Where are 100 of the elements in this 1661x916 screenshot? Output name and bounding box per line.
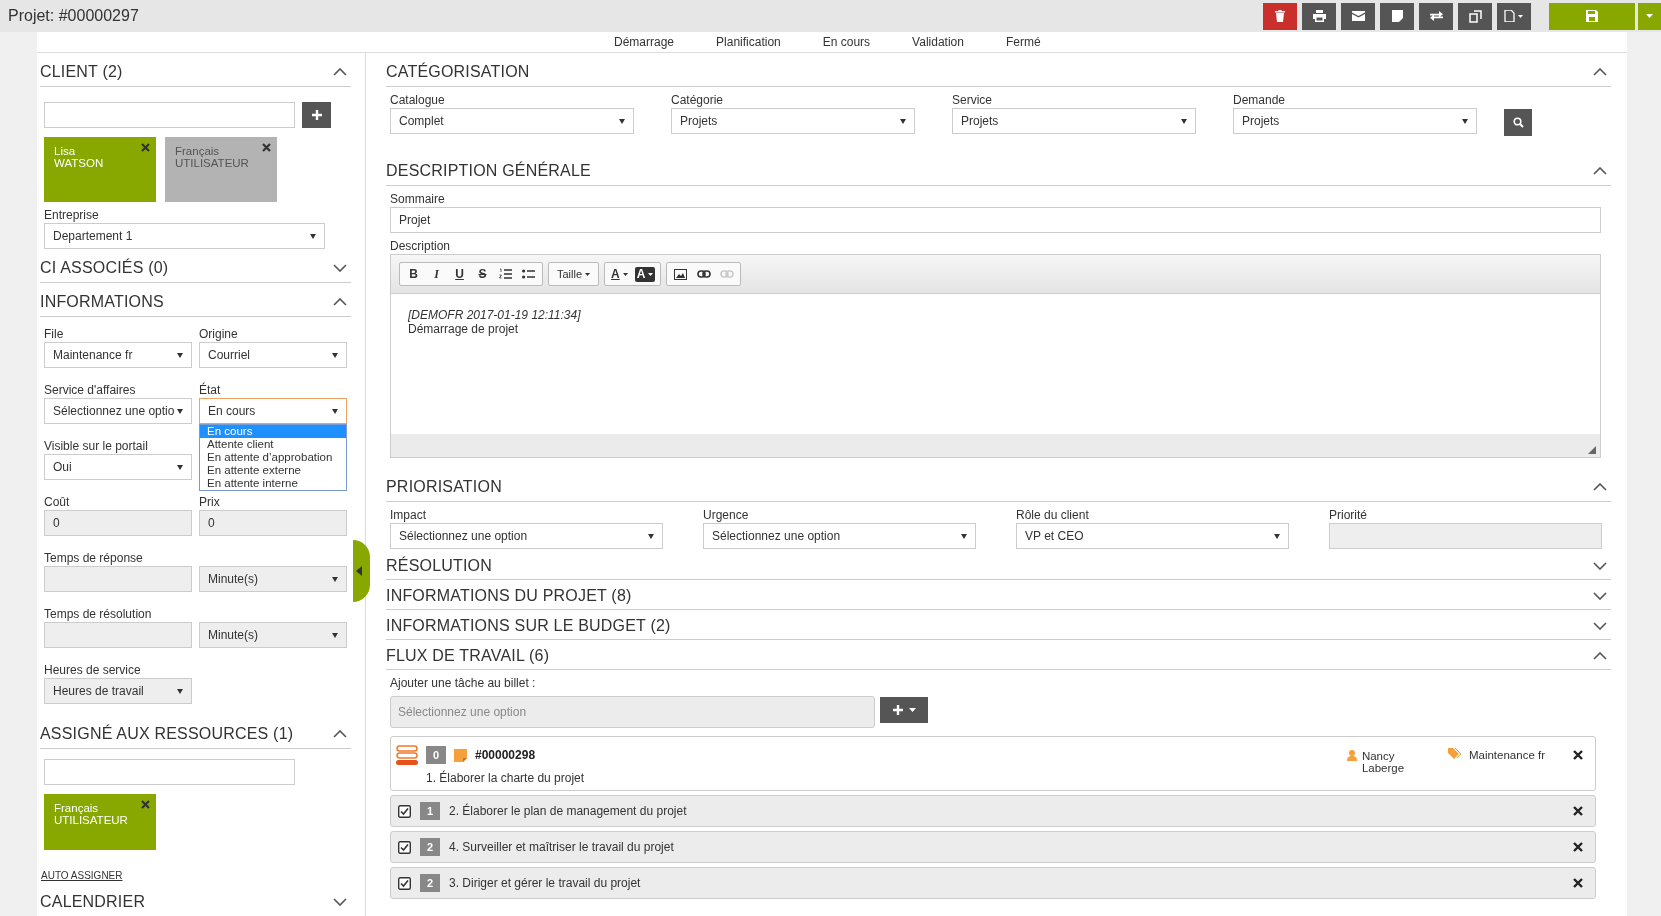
note-icon	[1391, 10, 1403, 22]
field-label: Demande	[1233, 93, 1287, 108]
checkbox-icon[interactable]	[398, 876, 411, 890]
select-field[interactable]: Projets	[671, 108, 915, 134]
unlink-icon	[719, 270, 734, 278]
chevron-icon[interactable]	[1593, 652, 1607, 660]
close-icon[interactable]	[262, 143, 271, 152]
chevron-icon[interactable]	[333, 263, 347, 272]
close-icon[interactable]	[1573, 842, 1583, 852]
field-label: Service d'affaires	[44, 383, 137, 398]
delete-button[interactable]	[1263, 2, 1297, 30]
search-button[interactable]	[1504, 109, 1532, 136]
collapse-handle[interactable]	[353, 540, 370, 602]
printer-icon	[1312, 10, 1326, 22]
add-task-button[interactable]	[880, 697, 928, 723]
phase-step: Validation	[912, 35, 964, 49]
select-field[interactable]: Sélectionnez une optio	[44, 398, 192, 424]
field-label: Catégorie	[671, 93, 725, 108]
editor-text: [DEMOFR 2017-01-19 12:11:34]	[408, 308, 582, 322]
select-field[interactable]: Oui	[44, 454, 192, 480]
field-label: Entreprise	[44, 208, 100, 223]
bold-button[interactable]: B	[402, 263, 425, 285]
text-editor[interactable]: B I U S Taille A A [DEMOFR 2017-01-19 12:11:34] Démarrage de projet	[390, 254, 1601, 458]
task-card[interactable]: 0 #00000298 Nancy Laberge Maintenance fr 1. Élaborer la charte du projet	[390, 736, 1596, 791]
dropdown-option[interactable]: En attente externe	[200, 464, 346, 477]
phase-step: En cours	[822, 35, 871, 49]
note-button[interactable]	[1380, 2, 1414, 30]
order-badge: 2	[420, 874, 440, 892]
field-label: Visible sur le portail	[44, 439, 149, 454]
select-field[interactable]: Sélectionnez une option	[703, 523, 976, 549]
chevron-icon[interactable]	[333, 297, 347, 306]
plus-icon	[311, 110, 322, 120]
swap-icon	[1429, 10, 1443, 22]
select-field[interactable]: Projets	[1233, 108, 1477, 134]
field-label: Description	[390, 239, 452, 254]
dropdown-option[interactable]: Attente client	[200, 438, 346, 451]
add-button[interactable]	[302, 102, 331, 128]
search-icon	[1512, 117, 1524, 128]
close-icon[interactable]	[1573, 806, 1583, 816]
section-title: CALENDRIER	[40, 892, 146, 911]
select-field[interactable]: Complet	[390, 108, 634, 134]
trash-icon	[1275, 10, 1285, 22]
input-field[interactable]	[1329, 523, 1602, 549]
editor-text: Démarrage de projet	[408, 322, 520, 336]
copy-button[interactable]	[1458, 2, 1492, 30]
section-title: INFORMATIONS	[40, 292, 164, 311]
select-field[interactable]: En cours	[199, 398, 347, 424]
dropdown-option[interactable]: En attente d’approbation	[200, 451, 346, 464]
field-label: Sommaire	[390, 192, 446, 207]
summary-field[interactable]: Projet	[390, 207, 1601, 233]
mail-button[interactable]	[1341, 2, 1375, 30]
auto-assign-link[interactable]: AUTO ASSIGNER	[41, 870, 123, 881]
select-field[interactable]: Departement 1	[44, 223, 325, 249]
chevron-icon[interactable]	[333, 729, 347, 738]
underline-button[interactable]: U	[448, 263, 471, 285]
file-button[interactable]	[1497, 2, 1531, 30]
select-field[interactable]: Projets	[952, 108, 1196, 134]
task-row[interactable]: 2 4. Surveiller et maîtriser le travail du projet	[390, 831, 1596, 863]
dropdown-option[interactable]: En attente interne	[200, 477, 346, 490]
back-button[interactable]: A	[634, 266, 656, 282]
stack-icon	[396, 745, 418, 765]
fore-button[interactable]: A	[607, 263, 632, 285]
chevron-icon[interactable]	[1593, 67, 1607, 76]
select-field[interactable]: Sélectionnez une option	[390, 523, 663, 549]
chevron-icon[interactable]	[333, 897, 347, 906]
chevron-icon[interactable]	[1593, 166, 1607, 175]
field-label: État	[199, 383, 222, 398]
search-field[interactable]	[44, 759, 295, 785]
select-field[interactable]: Courriel	[199, 342, 347, 368]
select-field[interactable]: Maintenance fr	[44, 342, 192, 368]
close-icon[interactable]	[1573, 878, 1583, 888]
save-button[interactable]	[1549, 2, 1635, 30]
contact-card[interactable]: Français UTILISATEUR	[165, 137, 277, 202]
italic-button[interactable]: I	[425, 263, 448, 285]
chevron-icon[interactable]	[1593, 562, 1607, 570]
section-title: CI ASSOCIÉS (0)	[40, 258, 169, 277]
chevron-icon[interactable]	[333, 67, 347, 76]
section-title: INFORMATIONS SUR LE BUDGET (2)	[386, 617, 671, 635]
close-icon[interactable]	[1573, 750, 1583, 760]
swap-button[interactable]	[1419, 2, 1453, 30]
strike-button[interactable]: S	[471, 263, 494, 285]
select-field[interactable]: VP et CEO	[1016, 523, 1289, 549]
checkbox-icon[interactable]	[398, 840, 411, 854]
task-select-field[interactable]: Sélectionnez une option	[390, 696, 875, 728]
search-field[interactable]	[44, 102, 295, 128]
section-title: CATÉGORISATION	[386, 62, 530, 81]
size-button[interactable]: Taille	[551, 263, 597, 285]
caret-icon	[908, 708, 916, 712]
task-name: 3. Diriger et gérer le travail du projet	[449, 876, 641, 890]
field-label: Temps de résolution	[44, 607, 153, 622]
chevron-icon[interactable]	[1593, 622, 1607, 630]
chevron-icon[interactable]	[1593, 592, 1607, 600]
chevron-icon[interactable]	[1593, 482, 1607, 491]
field-label: Service	[952, 93, 993, 108]
print-button[interactable]	[1302, 2, 1336, 30]
plus-icon	[892, 705, 903, 715]
envelope-icon	[1351, 11, 1365, 21]
task-row[interactable]: 2 3. Diriger et gérer le travail du projet	[390, 867, 1596, 899]
task-row[interactable]: 1 2. Élaborer le plan de management du projet	[390, 795, 1596, 827]
checkbox-icon[interactable]	[398, 804, 411, 818]
